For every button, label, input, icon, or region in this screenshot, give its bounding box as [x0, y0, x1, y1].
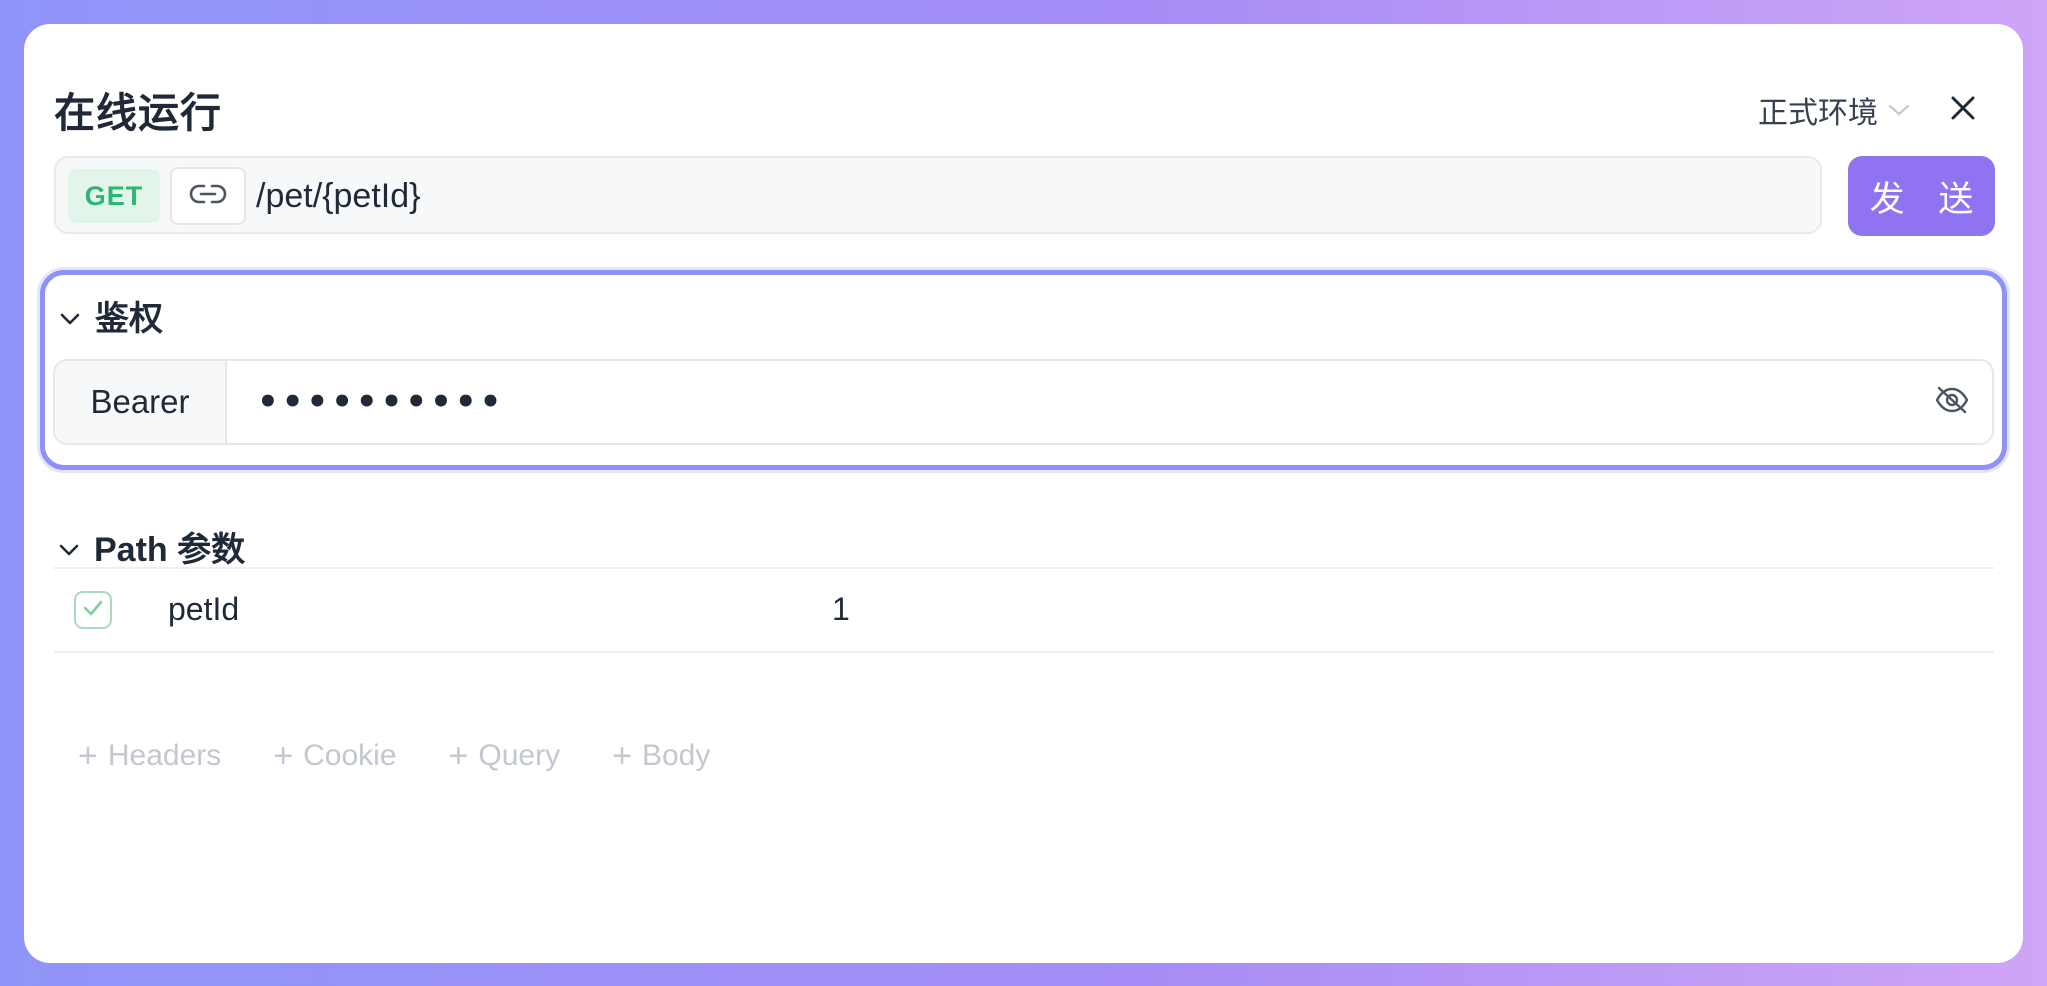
dialog-title: 在线运行	[54, 90, 222, 136]
auth-section-title: 鉴权	[95, 300, 163, 338]
eye-off-icon	[1934, 385, 1970, 420]
add-body-button[interactable]: + Body	[612, 739, 710, 773]
send-button[interactable]: 发 送	[1848, 156, 1995, 236]
run-online-dialog: 在线运行 正式环境 GET /pet/{petId} 发 送 鉴权 Bearer…	[24, 24, 2023, 963]
param-name: petId	[168, 591, 240, 627]
method-badge[interactable]: GET	[68, 169, 160, 223]
path-params-section-title: Path 参数	[94, 531, 246, 569]
plus-icon: +	[273, 737, 294, 775]
auth-token-input[interactable]: ••••••••••	[227, 361, 1912, 443]
plus-icon: +	[78, 737, 98, 775]
toggle-visibility-button[interactable]	[1912, 361, 1992, 443]
add-query-label: Query	[478, 739, 561, 772]
table-row: petId 1	[54, 569, 1994, 653]
add-body-label: Body	[641, 739, 711, 772]
path-params-section-toggle[interactable]: Path 参数	[58, 522, 245, 571]
auth-section: 鉴权 Bearer ••••••••••	[40, 270, 2007, 470]
url-path-input[interactable]: /pet/{petId}	[256, 176, 421, 216]
close-button[interactable]	[1943, 90, 1983, 130]
plus-icon: +	[448, 737, 469, 775]
environment-label: 正式环境	[1758, 97, 1878, 130]
auth-token-field: Bearer ••••••••••	[53, 359, 1994, 445]
link-button[interactable]	[170, 167, 246, 225]
param-value-input[interactable]: 1	[832, 589, 850, 629]
url-bar: GET /pet/{petId}	[54, 156, 1822, 234]
add-headers-button[interactable]: + Headers	[78, 739, 221, 773]
check-icon	[82, 599, 104, 622]
auth-section-toggle[interactable]: 鉴权	[59, 291, 163, 340]
chevron-down-icon	[59, 296, 81, 335]
plus-icon: +	[612, 737, 632, 775]
auth-type-label[interactable]: Bearer	[55, 361, 227, 443]
add-cookie-label: Cookie	[303, 739, 397, 772]
add-headers-label: Headers	[107, 739, 222, 772]
chevron-down-icon	[58, 527, 80, 566]
link-icon	[188, 180, 228, 213]
add-actions: + Headers + Cookie + Query + Body	[78, 739, 710, 773]
chevron-down-icon	[1888, 103, 1910, 117]
environment-select[interactable]: 正式环境	[1758, 88, 1910, 132]
add-query-button[interactable]: + Query	[449, 739, 561, 773]
add-cookie-button[interactable]: + Cookie	[273, 739, 396, 773]
close-icon	[1950, 95, 1976, 126]
param-enabled-checkbox[interactable]	[74, 591, 112, 629]
